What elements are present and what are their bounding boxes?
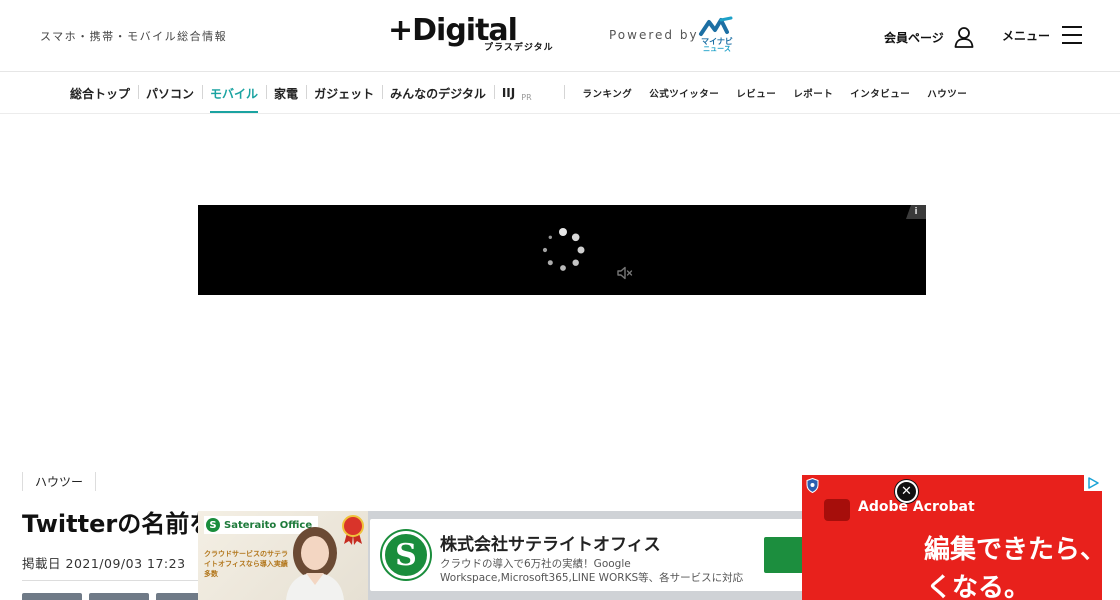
- video-ad-player[interactable]: i: [198, 205, 926, 295]
- sateraito-logo: S: [382, 531, 430, 579]
- nav-label: みんなのデジタル: [390, 86, 486, 101]
- mynavi-sub: ニュース: [703, 45, 731, 53]
- nav-item-iij[interactable]: IIJ PR: [493, 73, 540, 113]
- member-page-label: 会員ページ: [884, 30, 944, 45]
- date-label: 掲載日: [22, 556, 62, 571]
- right-display-ad[interactable]: ✕ Adobe Acrobat 編集できたら、 くなる。: [802, 475, 1102, 600]
- nav-item-appliances[interactable]: 家電: [266, 73, 306, 113]
- ad-description: クラウドの導入で6万社の実績！Google Workspace,Microsof…: [440, 558, 744, 584]
- powered-by-label: Powered by: [609, 28, 699, 42]
- user-icon: [954, 27, 974, 48]
- nav-label: IIJ: [501, 86, 516, 100]
- sub-nav: ランキング 公式ツイッター レビュー レポート インタビュー ハウツー: [574, 73, 976, 113]
- share-button[interactable]: [22, 593, 82, 600]
- main-nav: 総合トップ パソコン モバイル 家電 ガジェット みんなのデジタル IIJ PR: [62, 73, 540, 113]
- subnav-report[interactable]: レポート: [785, 86, 842, 100]
- shield-icon: [806, 478, 819, 493]
- nav-label: パソコン: [146, 86, 195, 101]
- site-tagline: スマホ・携帯・モバイル総合情報: [40, 30, 228, 43]
- hamburger-icon: [1062, 26, 1083, 44]
- nav-label: 総合トップ: [70, 86, 131, 101]
- logo-subtext: プラスデジタル: [484, 43, 554, 53]
- nav-item-minna-digital[interactable]: みんなのデジタル: [382, 73, 494, 113]
- nav-item-gadget[interactable]: ガジェット: [306, 73, 382, 113]
- loading-spinner-icon: [542, 228, 585, 271]
- ad-headline-line2: くなる。: [926, 573, 1031, 600]
- share-button[interactable]: [89, 593, 149, 600]
- subnav-howto[interactable]: ハウツー: [919, 86, 976, 100]
- member-page-link[interactable]: 会員ページ: [884, 26, 974, 48]
- ad-image: S Sateraito Office クラウドサービスのサテライトオフィスなら導…: [198, 511, 368, 600]
- nav-item-mobile[interactable]: モバイル: [202, 73, 266, 113]
- ad-info-icon[interactable]: i: [906, 205, 926, 219]
- mynavi-news-logo[interactable]: マイナビ ニュース: [697, 16, 737, 56]
- nav-label: モバイル: [210, 86, 259, 101]
- subnav-ranking[interactable]: ランキング: [574, 86, 641, 100]
- nav-label: 家電: [274, 86, 299, 101]
- award-badge-icon: [342, 515, 364, 545]
- ad-title: 株式会社サテライトオフィス: [440, 535, 661, 555]
- article-title: Twitterの名前を: [22, 510, 214, 538]
- category-nav: 総合トップ パソコン モバイル 家電 ガジェット みんなのデジタル IIJ PR …: [0, 73, 1120, 114]
- article-category-tag[interactable]: ハウツー: [22, 472, 97, 491]
- site-header: スマホ・携帯・モバイル総合情報 +Digital プラスデジタル Powered…: [0, 0, 1120, 72]
- sateraito-logo-icon: S: [206, 518, 220, 532]
- subnav-official-twitter[interactable]: 公式ツイッター: [641, 86, 728, 100]
- subnav-review[interactable]: レビュー: [728, 86, 785, 100]
- adchoices-icon[interactable]: [1084, 475, 1102, 491]
- ad-product-name: Adobe Acrobat: [858, 499, 975, 515]
- nav-item-top[interactable]: 総合トップ: [62, 73, 138, 113]
- date-value: 2021/09/03 17:23: [65, 556, 186, 571]
- mynavi-mark-icon: [699, 16, 733, 36]
- ad-headline-line1: 編集できたら、: [924, 535, 1102, 565]
- subnav-interview[interactable]: インタビュー: [842, 86, 919, 100]
- ad-image-promo: クラウドサービスのサテライトオフィスなら導入実績多数: [204, 550, 288, 578]
- speaker-muted-icon[interactable]: [617, 266, 633, 280]
- nav-divider: [564, 85, 565, 99]
- pr-badge: PR: [521, 92, 532, 102]
- acrobat-logo-icon: [824, 499, 850, 521]
- menu-label: メニュー: [1002, 28, 1051, 43]
- article-date: 掲載日 2021/09/03 17:23: [22, 553, 186, 572]
- nav-label: ガジェット: [314, 86, 375, 101]
- site-logo[interactable]: +Digital プラスデジタル: [388, 14, 592, 56]
- menu-button[interactable]: メニュー: [1002, 26, 1083, 44]
- nav-item-pc[interactable]: パソコン: [138, 73, 202, 113]
